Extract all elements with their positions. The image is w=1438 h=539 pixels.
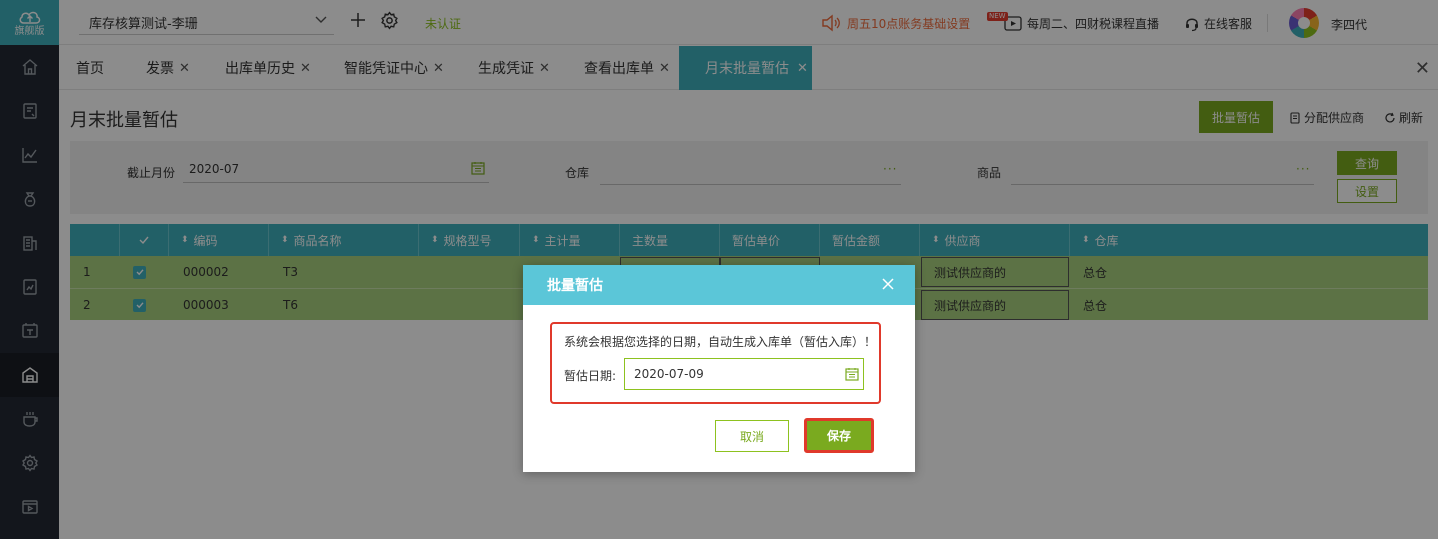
estimate-date-value: 2020-07-09 <box>634 367 704 381</box>
save-button-highlight: 保存 <box>804 418 874 453</box>
estimate-date-input[interactable]: 2020-07-09 <box>624 358 864 390</box>
notice-text: 系统会根据您选择的日期，自动生成入库单（暂估入库）！ <box>564 335 877 349</box>
batch-estimate-dialog: 批量暂估 系统会根据您选择的日期，自动生成入库单（暂估入库）！ 暂估日期: 20… <box>523 265 915 472</box>
estimate-date-label: 暂估日期: <box>564 369 617 383</box>
highlight-box: 系统会根据您选择的日期，自动生成入库单（暂估入库）！ 暂估日期: 2020-07… <box>550 322 881 404</box>
calendar-icon[interactable] <box>845 367 859 381</box>
dialog-header: 批量暂估 <box>523 265 915 305</box>
dialog-title: 批量暂估 <box>547 278 603 294</box>
save-button[interactable]: 保存 <box>807 421 871 450</box>
close-icon[interactable] <box>881 277 895 291</box>
cancel-button[interactable]: 取消 <box>715 420 789 452</box>
